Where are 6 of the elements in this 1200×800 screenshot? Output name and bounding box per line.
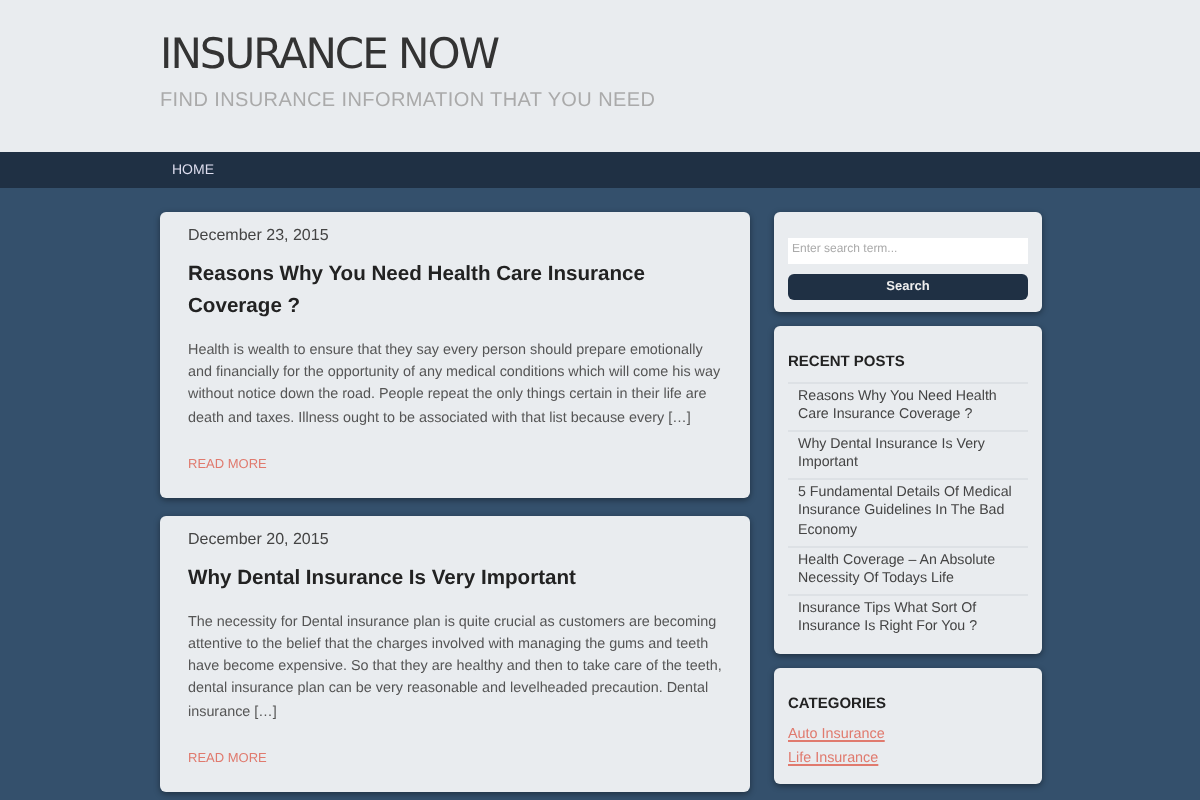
site-title: INSURANCE NOW [160,30,499,78]
post-title[interactable]: Why Dental Insurance Is Very Important [188,563,722,596]
post-date: December 20, 2015 [188,529,331,548]
post-title[interactable]: Reasons Why You Need Health Care Insurance Coverage ? [188,260,722,324]
site-tagline: FIND INSURANCE INFORMATION THAT YOU NEED [160,90,656,112]
post-date: December 23, 2015 [188,226,331,244]
